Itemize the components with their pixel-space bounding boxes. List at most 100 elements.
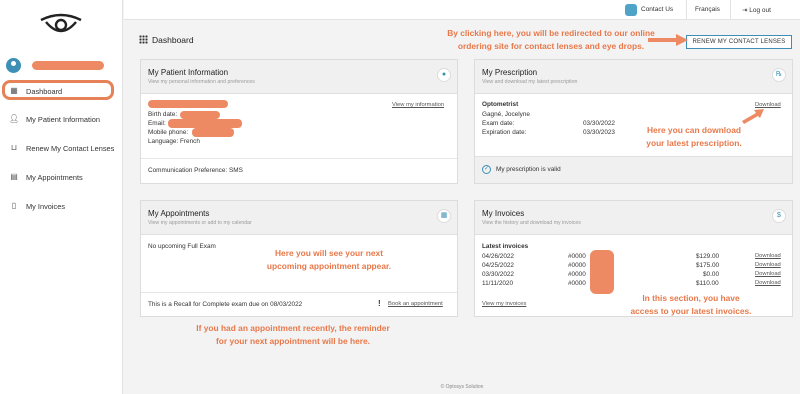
mobile-phone-label: Mobile phone: (148, 129, 189, 136)
recall-reminder: This is a Recall for Complete exam due o… (148, 301, 303, 308)
no-upcoming-exam: No upcoming Full Exam (148, 243, 216, 250)
annotation-line: In this section, you have (642, 293, 740, 303)
view-my-information-link[interactable]: View my information (392, 102, 444, 108)
sidebar-item-appointments[interactable]: ▤ My Appointments (0, 167, 123, 187)
annotation-line: ordering site for contact lenses and eye… (457, 41, 645, 51)
arrow-up-right-icon (742, 109, 764, 124)
card-subtitle: View my personal information and prefere… (148, 79, 255, 85)
prescriber-name: Gagné, Jocelyne (482, 111, 530, 118)
divider (141, 292, 457, 293)
invoice-download-link[interactable]: Download (755, 280, 781, 286)
sidebar-item-label: My Appointments (26, 172, 83, 182)
invoice-numbers-redacted (590, 250, 614, 294)
card-title: My Invoices (482, 209, 525, 218)
sidebar-item-invoices[interactable]: ▯ My Invoices (0, 196, 123, 216)
dollar-icon: $ (772, 209, 786, 223)
document-icon: ▯ (11, 201, 17, 210)
check-circle-icon: ✓ (482, 165, 491, 174)
card-header: My Prescription View and download my lat… (475, 60, 792, 94)
sidebar-item-patient-information[interactable]: 👤︎ My Patient Information (0, 109, 123, 129)
annotation-line: By clicking here, you will be redirected… (447, 28, 655, 38)
divider (141, 158, 457, 159)
exclamation-icon: ! (378, 299, 381, 308)
sidebar-item-label: Renew My Contact Lenses (26, 143, 115, 153)
top-bar: Contact Us Français ⇥ Log out (124, 0, 800, 20)
sidebar-item-renew-lenses[interactable]: ⊔ Renew My Contact Lenses (0, 138, 123, 158)
divider (686, 0, 687, 20)
expiration-date-label: Expiration date: (482, 129, 527, 136)
invoice-number: #0000 (568, 253, 586, 260)
exam-date-value: 03/30/2022 (583, 120, 615, 127)
card-title: My Appointments (148, 209, 210, 218)
invoice-amount: $110.00 (696, 280, 719, 287)
card-subtitle: View and download my latest prescription (482, 79, 578, 85)
invoice-download-link[interactable]: Download (755, 271, 781, 277)
card-header: My Appointments View my appointments or … (141, 201, 457, 235)
invoice-download-link[interactable]: Download (755, 253, 781, 259)
annotation-line: for your next appointment will be here. (215, 336, 371, 346)
user-icon: 👤︎ (9, 114, 20, 123)
language-preference: Language: French (148, 138, 200, 145)
annotation-line: upcoming appointment appear. (266, 261, 392, 271)
annotation-line: If you had an appointment recently, the … (196, 323, 390, 333)
card-title: My Prescription (482, 68, 538, 77)
calendar-icon: ▤ (10, 172, 18, 181)
annotation-line: your latest prescription. (646, 138, 742, 148)
arrow-right-icon (648, 34, 688, 46)
annotation-invoices: In this section, you have access to your… (616, 292, 766, 318)
annotation-renew: By clicking here, you will be redirected… (424, 27, 678, 53)
invoice-download-link[interactable]: Download (755, 262, 781, 268)
annotation-line: access to your latest invoices. (630, 306, 752, 316)
user-icon: ● (437, 68, 451, 82)
invoice-amount: $175.00 (696, 262, 720, 269)
page-title: Dashboard (139, 35, 194, 45)
annotation-appointment: Here you will see your next upcoming app… (244, 247, 414, 273)
invoice-date: 04/26/2022 (482, 253, 514, 260)
prescription-icon: ℞ (772, 68, 786, 82)
prescriber-role: Optometrist (482, 101, 519, 108)
language-toggle[interactable]: Français (695, 6, 720, 13)
grid-icon: ▦ (10, 86, 18, 95)
email-redacted (168, 119, 242, 128)
latest-invoices-heading: Latest invoices (482, 243, 529, 250)
card-title: My Patient Information (148, 68, 229, 77)
card-subtitle: View the history and download my invoice… (482, 220, 581, 226)
birth-date-label: Birth date: (148, 111, 178, 118)
invoice-number: #0000 (568, 271, 586, 278)
card-subtitle: View my appointments or add to my calend… (148, 220, 252, 226)
eye-logo-icon[interactable] (38, 12, 84, 38)
annotation-line: Here you can download (646, 125, 741, 135)
invoice-number: #0000 (568, 280, 586, 287)
user-name-redacted (32, 61, 104, 70)
contact-us-link[interactable]: Contact Us (641, 6, 673, 13)
book-appointment-link[interactable]: Book an appointment (388, 301, 443, 307)
basket-icon: ⊔ (10, 143, 18, 152)
annotation-reminder: If you had an appointment recently, the … (148, 322, 438, 348)
avatar (6, 58, 21, 73)
chat-icon[interactable] (625, 4, 637, 16)
invoice-amount: $129.00 (696, 253, 720, 260)
view-my-invoices-link[interactable]: View my invoices (482, 301, 526, 307)
invoice-date: 11/11/2020 (482, 280, 514, 287)
invoice-date: 04/25/2022 (482, 262, 514, 269)
prescription-valid-text: My prescription is valid (496, 166, 561, 173)
mobile-phone-redacted (192, 128, 234, 137)
invoice-number: #0000 (568, 262, 586, 269)
footer: © Optosys Solution (440, 384, 484, 390)
page-title-text: Dashboard (152, 35, 194, 45)
patient-name-redacted (148, 100, 228, 108)
annotation-line: Here you will see your next (275, 248, 383, 258)
sidebar-item-label: My Invoices (26, 201, 66, 211)
annotation-download: Here you can download your latest prescr… (624, 124, 764, 150)
renew-contact-lenses-button[interactable]: RENEW MY CONTACT LENSES (686, 35, 792, 49)
communication-preference: Communication Preference: SMS (148, 167, 243, 174)
calendar-icon: ▦ (437, 209, 451, 223)
email-label: Email: (148, 120, 166, 127)
exam-date-label: Exam date: (482, 120, 515, 127)
logout-label: Log out (749, 7, 771, 14)
card-header: My Invoices View the history and downloa… (475, 201, 792, 235)
divider (730, 0, 731, 20)
sidebar-item-dashboard[interactable]: ▦ Dashboard (0, 81, 123, 101)
invoice-date: 03/30/2022 (482, 271, 514, 278)
logout-link[interactable]: ⇥ Log out (742, 6, 771, 14)
